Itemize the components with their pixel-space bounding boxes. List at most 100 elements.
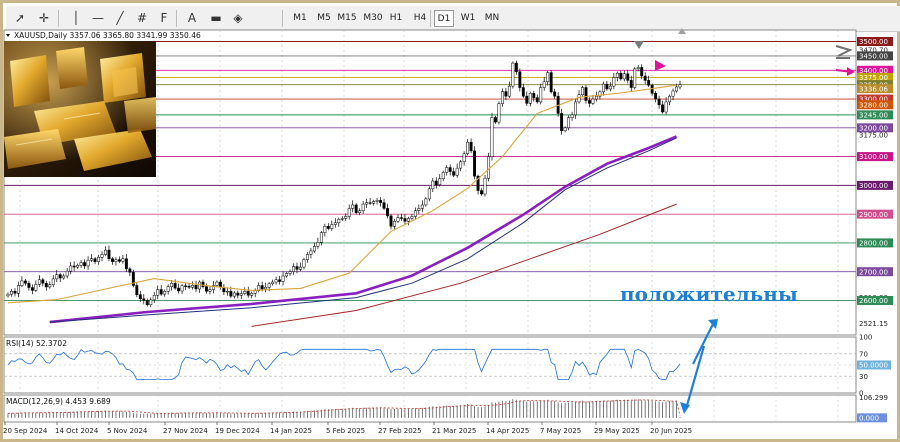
candle-body xyxy=(480,190,483,195)
candle-body xyxy=(657,98,661,106)
candle-body xyxy=(504,91,508,97)
candle-body xyxy=(386,208,389,217)
candle-body xyxy=(246,291,250,296)
x-tick-label: 20 Sep 2024 xyxy=(3,427,48,435)
candle-body xyxy=(145,300,149,306)
candle-body xyxy=(661,104,665,113)
candle-body xyxy=(138,294,142,299)
candle-body xyxy=(389,215,393,227)
candle-body xyxy=(438,178,442,186)
price-axis-label: 3000.00 xyxy=(859,182,888,190)
macd-panel xyxy=(3,394,857,423)
candle-body xyxy=(434,180,438,186)
candle-body xyxy=(560,113,564,131)
candle-body xyxy=(253,290,257,294)
candle-body xyxy=(462,153,466,163)
candle-body xyxy=(163,291,167,295)
candle-body xyxy=(198,281,201,290)
candle-body xyxy=(612,77,616,87)
candle-body xyxy=(549,72,553,93)
symbol-ohlc-header: XAUUSD,Daily 3357.06 3365.80 3341.99 335… xyxy=(14,31,201,40)
candle-body xyxy=(469,141,473,152)
candle-body xyxy=(396,217,400,222)
candle-body xyxy=(114,259,118,262)
candle-body xyxy=(208,289,212,292)
candle-body xyxy=(65,270,69,277)
candle-body xyxy=(333,222,337,225)
candle-body xyxy=(361,203,365,211)
candle-body xyxy=(483,177,487,195)
macd-axis-label: 106.299 xyxy=(859,394,888,402)
x-tick-label: 14 Apr 2025 xyxy=(486,427,529,435)
candle-body xyxy=(365,202,369,205)
candle-body xyxy=(601,83,605,93)
candle-body xyxy=(16,285,20,294)
candle-body xyxy=(514,62,518,72)
candle-body xyxy=(37,279,41,285)
candle-body xyxy=(647,80,651,86)
candle-body xyxy=(194,284,198,290)
candle-body xyxy=(225,291,229,293)
candle-body xyxy=(633,68,637,88)
candle-body xyxy=(427,188,431,200)
candle-body xyxy=(584,87,588,101)
rsi-axis-label: 30 xyxy=(859,373,868,381)
x-tick-label: 5 Feb 2025 xyxy=(326,427,365,435)
candle-body xyxy=(111,258,114,262)
x-tick-label: 7 May 2025 xyxy=(540,427,581,435)
price-axis-label: 2600.00 xyxy=(859,297,888,305)
price-axis-label: 3280.00 xyxy=(859,101,888,109)
candle-body xyxy=(149,299,153,306)
candle-body xyxy=(58,274,62,279)
candle-body xyxy=(494,117,497,123)
candle-body xyxy=(299,266,302,270)
candle-body xyxy=(267,283,271,288)
candle-body xyxy=(570,114,574,119)
candle-body xyxy=(487,156,490,179)
candle-body xyxy=(152,295,156,301)
candle-body xyxy=(643,75,647,81)
candle-body xyxy=(654,93,658,100)
candle-body xyxy=(375,200,379,202)
x-tick-label: 20 Jun 2025 xyxy=(650,427,692,435)
candle-body xyxy=(528,93,532,104)
candle-body xyxy=(417,208,421,211)
candle-body xyxy=(671,90,675,97)
candle-body xyxy=(72,265,76,268)
candle-body xyxy=(288,271,292,274)
candle-body xyxy=(117,259,121,262)
price-axis-label: 3500.00 xyxy=(859,38,888,46)
x-tick-label: 27 Feb 2025 xyxy=(378,427,422,435)
candle-body xyxy=(62,275,66,279)
candle-body xyxy=(542,81,546,88)
candle-body xyxy=(184,285,188,287)
candle-body xyxy=(295,266,299,270)
candle-body xyxy=(403,218,407,222)
candle-body xyxy=(337,219,341,224)
candle-body xyxy=(292,266,295,272)
candle-body xyxy=(594,95,598,100)
candle-body xyxy=(563,127,567,131)
candle-body xyxy=(319,232,323,243)
candle-body xyxy=(232,292,236,297)
candle-body xyxy=(13,291,17,294)
price-axis-label: 2900.00 xyxy=(859,211,888,219)
candle-body xyxy=(285,273,288,277)
candle-body xyxy=(323,225,327,233)
candle-body xyxy=(326,225,330,229)
candle-body xyxy=(30,287,34,291)
candle-body xyxy=(281,275,285,282)
candle-body xyxy=(142,298,146,301)
candle-body xyxy=(260,285,264,290)
candle-body xyxy=(497,103,501,123)
x-tick-label: 27 Nov 2024 xyxy=(163,427,208,435)
candle-body xyxy=(591,98,595,104)
candle-body xyxy=(305,254,309,260)
candle-body xyxy=(135,285,139,295)
candle-body xyxy=(400,217,403,219)
candle-body xyxy=(466,141,470,154)
candle-body xyxy=(97,257,100,262)
candle-body xyxy=(581,87,584,95)
price-axis-label: 2521.15 xyxy=(859,320,888,328)
candle-body xyxy=(264,286,268,290)
